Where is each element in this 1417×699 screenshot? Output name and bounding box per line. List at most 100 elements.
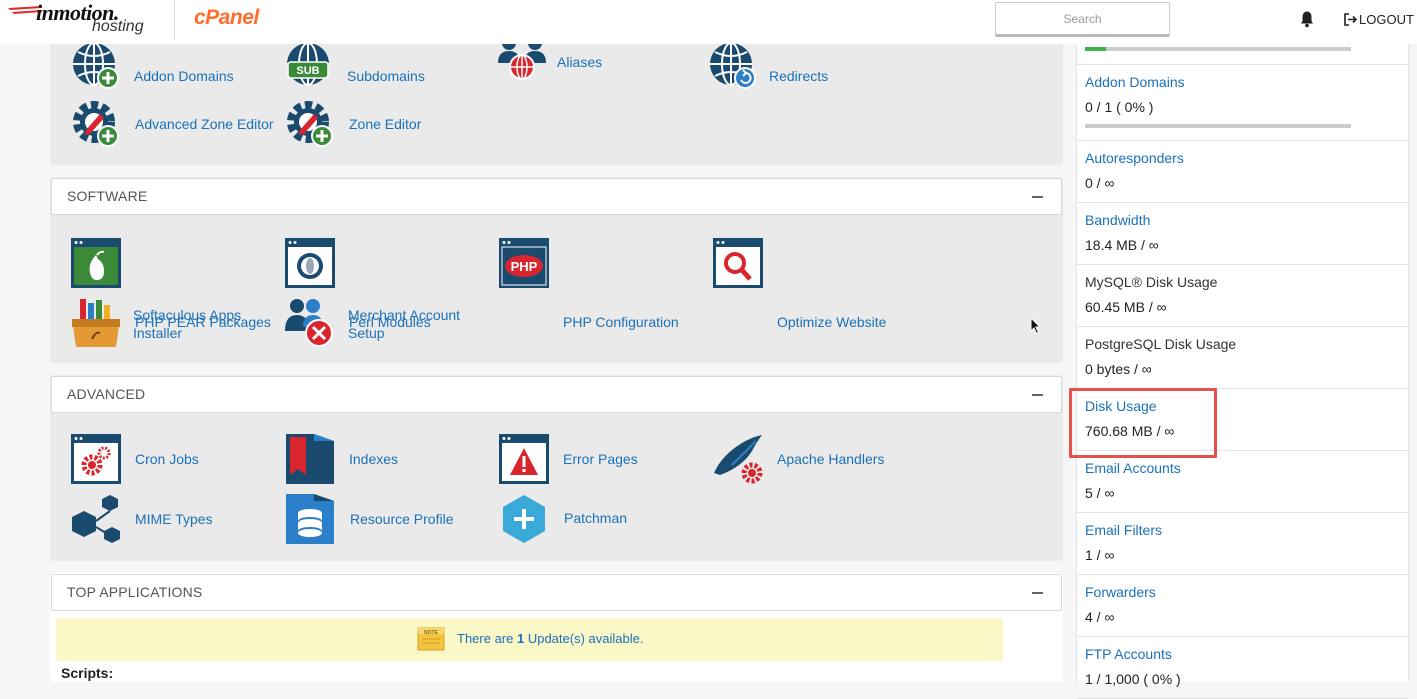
merchant-icon xyxy=(285,299,333,347)
tool-softaculous[interactable]: Softaculous Apps Installer xyxy=(70,297,280,349)
logout-button[interactable]: LOGOUT xyxy=(1344,10,1414,28)
collapse-icon[interactable] xyxy=(1032,394,1043,396)
tool-subdomains[interactable]: SUB Subdomains xyxy=(284,42,484,94)
stat-row: Email Filters 1 / ∞ xyxy=(1077,513,1408,575)
logo-divider xyxy=(174,0,175,40)
svg-text:SUB: SUB xyxy=(296,65,319,77)
stat-value: 4 / ∞ xyxy=(1085,609,1115,625)
svg-text:PHP: PHP xyxy=(511,259,538,274)
tool-label: Softaculous Apps xyxy=(133,307,242,323)
stat-value: 0 bytes / ∞ xyxy=(1085,361,1152,377)
collapse-icon[interactable] xyxy=(1032,196,1043,198)
indexes-icon xyxy=(286,434,334,484)
stat-row: Addon Domains 0 / 1 ( 0% ) xyxy=(1077,65,1408,141)
stat-name[interactable]: Email Filters xyxy=(1085,522,1162,538)
stat-row: FTP Accounts 1 / 1,000 ( 0% ) xyxy=(1077,637,1408,699)
stat-row: Forwarders 4 / ∞ xyxy=(1077,575,1408,637)
progress-bar xyxy=(1085,124,1351,128)
domains-panel: Addon Domains SUB Subdomains Aliases Red… xyxy=(50,30,1063,165)
tool-label: Redirects xyxy=(769,68,829,84)
stat-name: PostgreSQL Disk Usage xyxy=(1085,336,1237,352)
tool-label: MIME Types xyxy=(135,511,213,527)
panel-title: SOFTWARE xyxy=(67,188,148,204)
tool-label: Error Pages xyxy=(563,451,638,467)
php-pear-icon xyxy=(71,238,121,288)
stats-sidebar: Addon Domains 0 / 1 ( 0% ) Autoresponders 0… xyxy=(1076,44,1409,699)
gear-pencil-icon xyxy=(287,101,333,147)
stat-name: MySQL® Disk Usage xyxy=(1085,274,1218,290)
stat-row: Email Accounts 5 / ∞ xyxy=(1077,451,1408,513)
advanced-panel: ADVANCED Cron Jobs Indexes Error Pages A… xyxy=(50,375,1063,561)
tool-redirects[interactable]: Redirects xyxy=(707,42,907,94)
optimize-icon xyxy=(713,238,763,288)
update-prefix: There are xyxy=(457,631,517,646)
cpanel-logo[interactable]: cPanel xyxy=(194,6,259,30)
tool-label: Aliases xyxy=(557,54,603,70)
tool-cron-jobs[interactable]: Cron Jobs xyxy=(70,433,270,485)
softaculous-icon xyxy=(72,299,120,347)
tool-resource-profile[interactable]: Resource Profile xyxy=(284,493,494,545)
stat-value: 18.4 MB / ∞ xyxy=(1085,237,1159,253)
note-icon: NOTE xyxy=(417,627,445,651)
search-input[interactable] xyxy=(995,2,1170,37)
tool-apache-handlers[interactable]: Apache Handlers xyxy=(712,433,922,485)
inmotion-logo[interactable]: inmotion. hosting xyxy=(8,0,158,40)
tool-optimize-website[interactable]: Optimize Website xyxy=(712,237,922,330)
stat-row: Bandwidth 18.4 MB / ∞ xyxy=(1077,203,1408,265)
scripts-label: Scripts: xyxy=(61,665,114,681)
tool-zone-editor[interactable]: Zone Editor xyxy=(284,98,484,150)
highlight-box xyxy=(1069,388,1217,458)
tool-php-pear-packages[interactable]: PHP PEAR Packages xyxy=(70,237,280,330)
tool-advanced-zone-editor[interactable]: Advanced Zone Editor xyxy=(70,98,280,150)
collapse-icon[interactable] xyxy=(1032,592,1043,594)
top-applications-panel-header[interactable]: TOP APPLICATIONS xyxy=(51,574,1062,611)
tool-label: Merchant Account xyxy=(348,307,461,323)
stat-value: 1 / ∞ xyxy=(1085,547,1115,563)
update-notice-text: There are 1 Update(s) available. xyxy=(457,631,643,646)
tool-merchant-account[interactable]: Merchant Account Setup xyxy=(283,297,493,349)
tool-label: Patchman xyxy=(564,510,628,526)
tool-label: Cron Jobs xyxy=(135,451,199,467)
stat-name[interactable]: FTP Accounts xyxy=(1085,646,1172,662)
tool-label: Zone Editor xyxy=(349,116,422,132)
tool-mime-types[interactable]: MIME Types xyxy=(70,493,270,545)
tool-label: Resource Profile xyxy=(350,511,454,527)
software-panel-header[interactable]: SOFTWARE xyxy=(51,178,1062,215)
error-pages-icon xyxy=(499,434,549,484)
tool-label: Subdomains xyxy=(347,68,425,84)
tool-label: Optimize Website xyxy=(777,314,887,330)
bell-icon[interactable] xyxy=(1298,10,1316,28)
tool-addon-domains[interactable]: Addon Domains xyxy=(70,42,270,94)
tool-label: Addon Domains xyxy=(134,68,234,84)
update-notice[interactable]: NOTE There are 1 Update(s) available. xyxy=(56,618,1003,661)
tool-label: Advanced Zone Editor xyxy=(135,116,274,132)
panel-title: ADVANCED xyxy=(67,386,146,402)
apache-icon xyxy=(714,435,763,484)
globe-sub-icon: SUB xyxy=(287,42,329,86)
tool-error-pages[interactable]: Error Pages xyxy=(498,433,698,485)
progress-bar xyxy=(1085,47,1351,51)
tool-patchman[interactable]: Patchman xyxy=(498,493,698,545)
advanced-panel-header[interactable]: ADVANCED xyxy=(51,376,1062,413)
update-suffix: Update(s) available. xyxy=(524,631,644,646)
perl-icon xyxy=(285,238,335,288)
stat-value: 0 / ∞ xyxy=(1085,175,1115,191)
resource-profile-icon xyxy=(286,494,334,544)
stat-name[interactable]: Email Accounts xyxy=(1085,460,1181,476)
tool-perl-modules[interactable]: Perl Modules xyxy=(284,237,484,330)
tool-indexes[interactable]: Indexes xyxy=(284,433,484,485)
cron-icon xyxy=(71,434,121,484)
tool-label: Indexes xyxy=(349,451,399,467)
stat-name[interactable]: Addon Domains xyxy=(1085,74,1185,90)
tool-php-configuration[interactable]: PHP PHP Configuration xyxy=(498,237,708,330)
globe-redirect-icon xyxy=(710,42,756,89)
stat-name[interactable]: Autoresponders xyxy=(1085,150,1184,166)
php-config-icon: PHP xyxy=(499,238,549,288)
stat-name[interactable]: Forwarders xyxy=(1085,584,1156,600)
stat-name[interactable]: Bandwidth xyxy=(1085,212,1150,228)
stat-row: MySQL® Disk Usage 60.45 MB / ∞ xyxy=(1077,265,1408,327)
stat-row: Autoresponders 0 / ∞ xyxy=(1077,141,1408,203)
stat-row: PostgreSQL Disk Usage 0 bytes / ∞ xyxy=(1077,327,1408,389)
gear-pencil-icon xyxy=(73,101,119,147)
tool-label: Apache Handlers xyxy=(777,451,885,467)
